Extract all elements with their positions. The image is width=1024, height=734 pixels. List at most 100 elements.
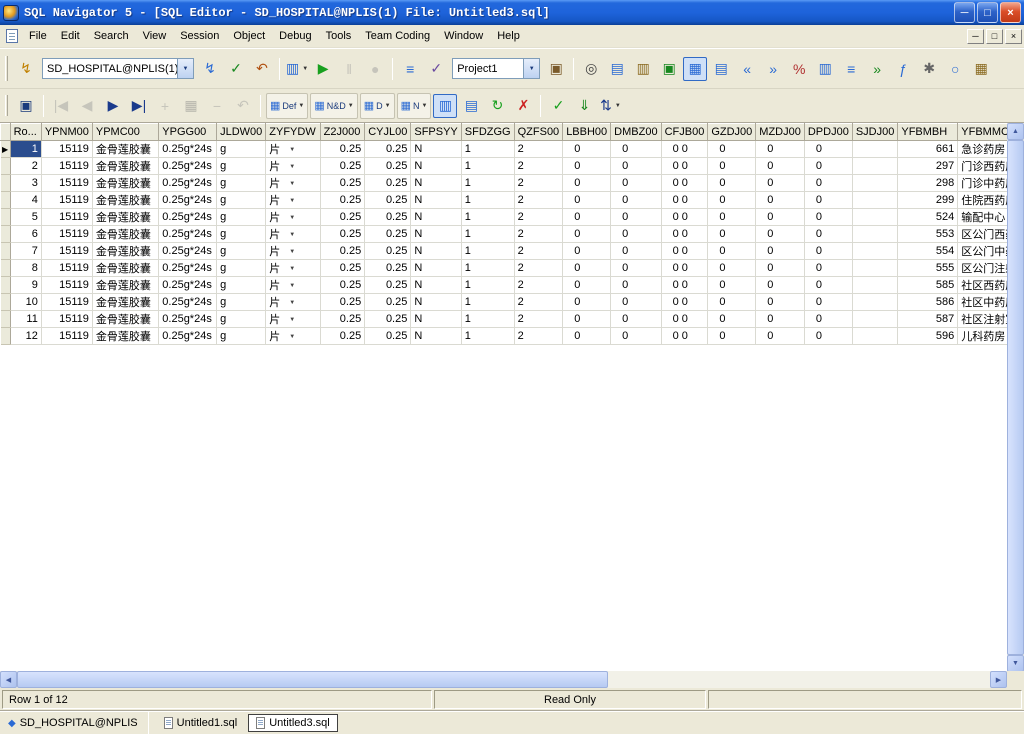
grid-cell[interactable]: 15119 <box>41 327 93 345</box>
row-indicator[interactable] <box>0 174 11 192</box>
row-indicator[interactable]: ▶ <box>0 140 11 158</box>
grid-cell[interactable]: 0 <box>610 191 662 209</box>
extract-ddl-icon[interactable]: ▥ <box>631 57 655 81</box>
refresh-query-icon[interactable]: ↻ <box>485 94 509 118</box>
commit-icon[interactable]: ✓ <box>224 57 248 81</box>
grid-cell[interactable]: 0 <box>804 140 853 158</box>
grid-cell[interactable]: 554 <box>897 242 959 260</box>
grid-cell[interactable]: 0 <box>804 327 853 345</box>
column-header-gzdj00[interactable]: GZDJ00 <box>707 123 757 141</box>
grid-cell[interactable]: 0 <box>707 208 757 226</box>
grid-cell[interactable]: 1 <box>461 208 515 226</box>
grid-cell[interactable]: 0 <box>804 174 853 192</box>
grid-cell[interactable]: 0 <box>562 310 612 328</box>
grid-cell[interactable]: 0 0 <box>661 327 709 345</box>
find-objects-icon[interactable]: ◎ <box>579 57 603 81</box>
rollback-icon[interactable]: ↶ <box>250 57 274 81</box>
grid-cell[interactable]: 0 <box>610 140 662 158</box>
grid-cell[interactable]: 15119 <box>41 140 93 158</box>
grid-cell[interactable]: 片 ▼ <box>265 259 321 277</box>
grid-cell[interactable]: 15119 <box>41 208 93 226</box>
grid-cell[interactable]: 15119 <box>41 259 93 277</box>
grid-cell[interactable]: 金骨莲胶囊 <box>92 191 160 209</box>
grid-cell[interactable]: 661 <box>897 140 959 158</box>
grid-cell[interactable]: 0.25 <box>320 225 366 243</box>
preferences-icon[interactable]: ✱ <box>917 57 941 81</box>
grid-cell[interactable]: N <box>410 174 462 192</box>
grid-cell[interactable]: 片 ▼ <box>265 276 321 294</box>
column-header-zyfydw[interactable]: ZYFYDW <box>265 123 321 141</box>
execute-icon[interactable]: ▶ <box>311 57 335 81</box>
code-analysis-icon[interactable]: ✓ <box>424 57 448 81</box>
grid-cell[interactable] <box>852 310 899 328</box>
cell-dropdown-icon[interactable]: ▼ <box>289 317 295 323</box>
grid-cell[interactable]: 0.25 <box>364 242 412 260</box>
grid-cell[interactable]: 0 <box>707 157 757 175</box>
cell-dropdown-icon[interactable]: ▼ <box>289 198 295 204</box>
app-icon[interactable] <box>3 4 19 21</box>
grid-cell[interactable]: 0 <box>610 208 662 226</box>
row-number-cell[interactable]: 3 <box>10 174 42 192</box>
grid-cell[interactable]: 0 <box>707 276 757 294</box>
grid-cell[interactable]: 片 ▼ <box>265 208 321 226</box>
grid-cell[interactable]: 片 ▼ <box>265 225 321 243</box>
sort-options-icon[interactable]: ⇅ ▼ <box>598 94 622 118</box>
grid-view-icon[interactable]: ▥ <box>433 93 458 118</box>
cell-dropdown-icon[interactable]: ▼ <box>289 147 295 153</box>
grid-cell[interactable]: 0 0 <box>661 225 709 243</box>
project-manager-icon[interactable]: ▣ <box>544 57 568 81</box>
minimize-button[interactable]: ─ <box>954 2 975 23</box>
grid-cell[interactable]: g <box>216 259 267 277</box>
grid-cell[interactable]: 0 0 <box>661 242 709 260</box>
grid-cell[interactable]: g <box>216 191 267 209</box>
grid-cell[interactable]: 片 ▼ <box>265 140 321 158</box>
grid-cell[interactable]: 0 <box>755 327 805 345</box>
maximize-button[interactable]: □ <box>977 2 998 23</box>
cell-dropdown-icon[interactable]: ▼ <box>289 249 295 255</box>
grid-cell[interactable]: 0 0 <box>661 293 709 311</box>
grid-cell[interactable]: 0 <box>610 242 662 260</box>
grid-cell[interactable]: N <box>410 293 462 311</box>
grid-cell[interactable]: 15119 <box>41 276 93 294</box>
grid-cell[interactable]: 1 <box>461 191 515 209</box>
grid-cell[interactable]: g <box>216 174 267 192</box>
grid-cell[interactable]: 15119 <box>41 157 93 175</box>
editor-window-icon[interactable] <box>6 29 18 43</box>
session-monitor-icon[interactable]: ○ <box>943 57 967 81</box>
grid-cell[interactable]: 524 <box>897 208 959 226</box>
row-number-cell[interactable]: 6 <box>10 225 42 243</box>
grid-cell[interactable]: 0.25 <box>364 225 412 243</box>
grid-cell[interactable]: 1 <box>461 327 515 345</box>
grid-cell[interactable]: 0 <box>610 174 662 192</box>
grid-cell[interactable]: g <box>216 225 267 243</box>
grid-cell[interactable]: 1 <box>461 310 515 328</box>
grid-cell[interactable]: 585 <box>897 276 959 294</box>
horizontal-scroll-thumb[interactable] <box>17 671 608 688</box>
code-test-icon[interactable]: ▣ <box>657 57 681 81</box>
grid-cell[interactable]: N <box>410 242 462 260</box>
grid-cell[interactable]: N <box>410 208 462 226</box>
grid-cell[interactable]: 0 <box>755 225 805 243</box>
grid-cell[interactable]: 0 <box>755 174 805 192</box>
grid-cell[interactable]: N <box>410 225 462 243</box>
fetch-names-button[interactable]: ▦ N ▼ <box>396 92 432 119</box>
menu-tools[interactable]: Tools <box>319 27 359 45</box>
grid-cell[interactable]: N <box>410 276 462 294</box>
grid-cell[interactable]: 金骨莲胶囊 <box>92 140 160 158</box>
grid-cell[interactable]: 片 ▼ <box>265 191 321 209</box>
grid-cell[interactable]: 0 <box>755 293 805 311</box>
row-number-cell[interactable]: 1 <box>10 140 42 158</box>
row-number-cell[interactable]: 2 <box>10 157 42 175</box>
new-grid-icon[interactable]: ▦ <box>969 57 993 81</box>
grid-cell[interactable]: N <box>410 259 462 277</box>
grid-cell[interactable]: 0.25g*24s <box>158 208 218 226</box>
new-editor-icon[interactable]: ▥ ▼ <box>285 57 309 81</box>
grid-cell[interactable]: 0 <box>610 157 662 175</box>
grid-cell[interactable]: 0 0 <box>661 140 709 158</box>
grid-cell[interactable]: 2 <box>514 276 564 294</box>
grid-cell[interactable]: 0 <box>610 259 662 277</box>
grid-cell[interactable]: 2 <box>514 327 564 345</box>
row-list-icon[interactable]: ≡ <box>839 57 863 81</box>
column-header-sfpsyy[interactable]: SFPSYY <box>410 123 462 141</box>
row-number-cell[interactable]: 10 <box>10 293 42 311</box>
